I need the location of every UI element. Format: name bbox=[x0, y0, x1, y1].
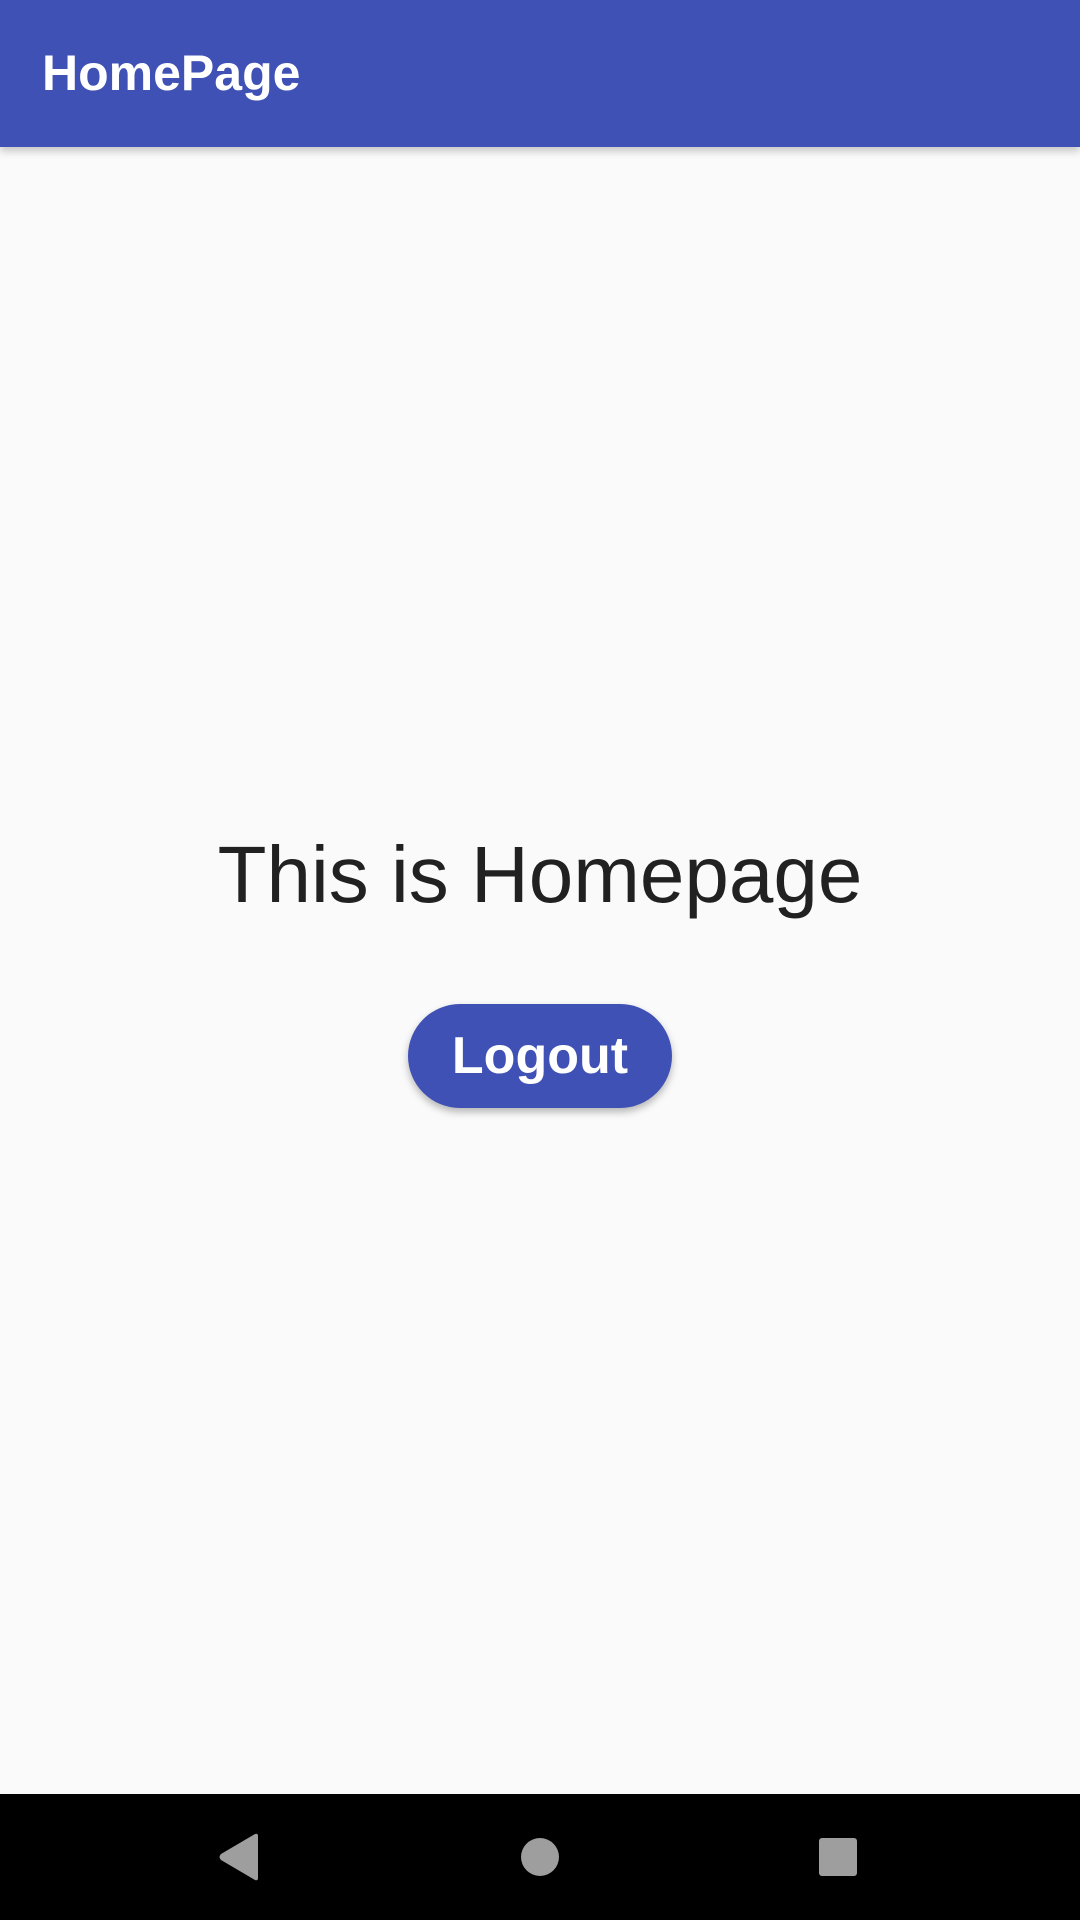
homepage-headline: This is Homepage bbox=[217, 830, 863, 919]
logout-button[interactable]: Logout bbox=[408, 1004, 672, 1108]
app-bar: HomePage bbox=[0, 0, 1080, 147]
home-icon[interactable] bbox=[477, 1794, 603, 1920]
app-title: HomePage bbox=[42, 45, 301, 101]
back-icon[interactable] bbox=[176, 1794, 302, 1920]
system-navigation-bar bbox=[0, 1794, 1080, 1920]
recents-icon[interactable] bbox=[775, 1794, 901, 1920]
main-content bbox=[0, 147, 1080, 1794]
